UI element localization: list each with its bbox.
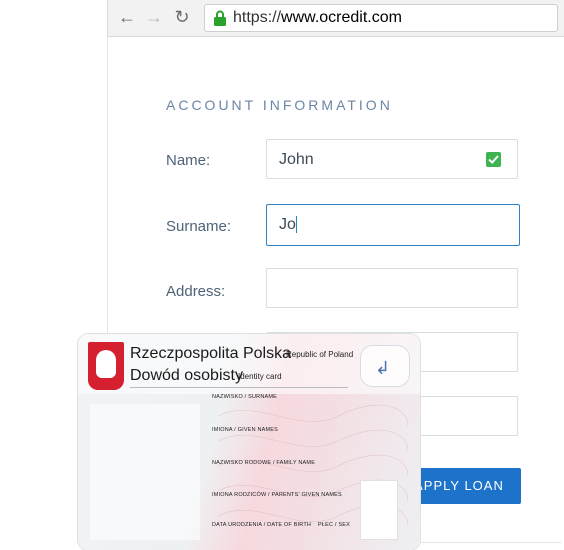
url-host: www.ocredit.com	[281, 9, 402, 26]
card-field-family-name: NAZWISKO RODOWE / FAMILY NAME	[212, 460, 316, 466]
name-label: Name:	[166, 152, 211, 169]
browser-toolbar: ← → ↻ https://www.ocredit.com	[107, 0, 564, 37]
section-title: ACCOUNT INFORMATION	[166, 97, 393, 113]
surname-label: Surname:	[166, 218, 232, 235]
card-document-type-en: Identity card	[238, 372, 282, 381]
text-caret	[295, 216, 297, 234]
card-title-en: Republic of Poland	[286, 350, 354, 359]
name-field[interactable]: John	[266, 139, 518, 179]
address-bar[interactable]: https://www.ocredit.com	[204, 4, 558, 32]
address-label: Address:	[166, 283, 226, 300]
photo-area	[90, 404, 200, 540]
surname-value: Jo	[279, 216, 296, 233]
card-field-parents-names: IMIONA RODZICÓW / PARENTS' GIVEN NAMES	[212, 492, 342, 498]
contactless-chip-icon: ↲	[361, 346, 409, 386]
card-field-given-names: IMIONA / GIVEN NAMES	[212, 427, 279, 433]
card-header-line	[130, 387, 348, 388]
card-document-type: Dowód osobisty	[130, 367, 243, 384]
card-field-date-of-birth: DATA URODZENIA / DATE OF BIRTH	[212, 522, 312, 528]
divider	[411, 542, 561, 543]
reload-icon[interactable]: ↻	[172, 7, 192, 27]
checkmark-icon	[486, 152, 501, 167]
surname-field[interactable]: Jo	[266, 204, 520, 246]
polish-eagle-emblem-icon	[88, 342, 124, 390]
card-field-sex: PŁEC / SEX	[318, 522, 350, 528]
card-secondary-photo	[360, 480, 398, 540]
id-card-image: Rzeczpospolita Polska Republic of Poland…	[78, 334, 420, 550]
card-title: Rzeczpospolita Polska	[130, 345, 291, 362]
lock-icon	[214, 10, 226, 26]
url-scheme: https://	[233, 9, 282, 26]
name-value: John	[279, 151, 314, 168]
forward-arrow-icon[interactable]: →	[144, 7, 164, 27]
url-text: https://www.ocredit.com	[233, 9, 402, 27]
card-field-surname: NAZWISKO / SURNAME	[212, 394, 278, 400]
address-field[interactable]	[266, 268, 518, 308]
back-arrow-icon[interactable]: ←	[117, 7, 137, 27]
